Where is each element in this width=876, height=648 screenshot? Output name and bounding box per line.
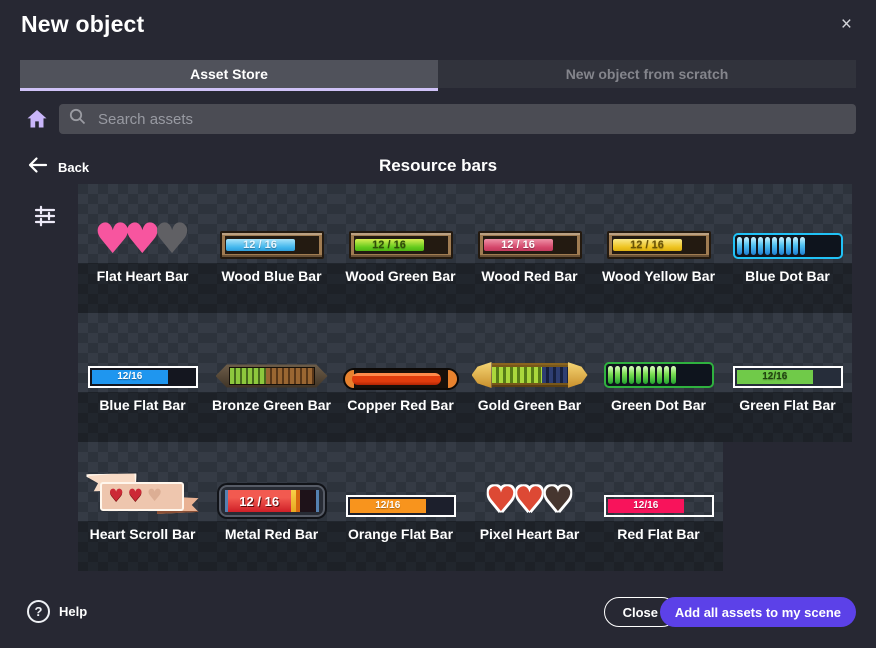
asset-name: Wood Red Bar xyxy=(465,263,594,313)
tab-asset-store[interactable]: Asset Store xyxy=(20,60,438,88)
help-button[interactable]: ? Help xyxy=(27,600,87,623)
asset-tile[interactable]: Bronze Green Bar xyxy=(207,313,336,442)
wood-bar-preview: 12 / 16 xyxy=(349,231,453,259)
bar-value: 12/16 xyxy=(762,372,787,382)
home-button[interactable] xyxy=(26,108,48,130)
close-icon[interactable]: × xyxy=(841,15,852,34)
asset-tile[interactable]: 12/16 Orange Flat Bar xyxy=(336,442,465,571)
filter-sliders-icon xyxy=(33,215,57,232)
pixel-heart-icon: ♥ xyxy=(514,483,544,517)
asset-tile[interactable]: 12/16 Green Flat Bar xyxy=(723,313,852,442)
asset-name: Green Flat Bar xyxy=(723,392,852,442)
asset-tile[interactable]: 12 / 16 Wood Green Bar xyxy=(336,184,465,313)
bronze-bar-preview xyxy=(216,364,328,388)
asset-tile[interactable]: 12/16 Blue Flat Bar xyxy=(78,313,207,442)
flat-bar-preview: 12/16 xyxy=(604,495,714,517)
asset-name: Gold Green Bar xyxy=(465,392,594,442)
asset-tile[interactable]: Gold Green Bar xyxy=(465,313,594,442)
bar-value: 12 / 16 xyxy=(630,240,664,251)
help-icon: ? xyxy=(27,600,50,623)
dot-bar-preview xyxy=(733,233,843,259)
scroll-banner-preview: ♥♥♥ xyxy=(87,469,199,517)
wood-bar-preview: 12 / 16 xyxy=(607,231,711,259)
asset-tile[interactable]: ♥♥♥Heart Scroll Bar xyxy=(78,442,207,571)
search-input[interactable] xyxy=(96,110,846,129)
bar-value: 12/16 xyxy=(375,501,400,511)
asset-tile[interactable]: Green Dot Bar xyxy=(594,313,723,442)
asset-name: Blue Flat Bar xyxy=(78,392,207,442)
flat-bar-preview: 12/16 xyxy=(346,495,456,517)
flat-bar-preview: 12/16 xyxy=(733,366,843,388)
bar-value: 12 / 16 xyxy=(372,240,406,251)
pixel-heart-icon: ♥ xyxy=(543,483,573,517)
gold-bar-preview xyxy=(472,362,588,388)
pixel-heart-icon: ♥ xyxy=(486,483,516,517)
help-label: Help xyxy=(59,604,87,619)
section-title: Resource bars xyxy=(0,156,876,176)
bar-value: 12/16 xyxy=(633,501,658,511)
asset-name: Flat Heart Bar xyxy=(78,263,207,313)
asset-tile[interactable]: 12 / 16 Wood Red Bar xyxy=(465,184,594,313)
home-icon xyxy=(26,117,48,134)
asset-name: Red Flat Bar xyxy=(594,521,723,571)
bar-value: 12 / 16 xyxy=(501,240,535,251)
flat-bar-preview: 12/16 xyxy=(88,366,198,388)
asset-name: Wood Blue Bar xyxy=(207,263,336,313)
search-icon xyxy=(69,108,96,130)
heart-icons: ♥♥♥ xyxy=(98,219,187,259)
active-tab-underline xyxy=(20,88,438,91)
asset-tile[interactable]: ♥♥♥Flat Heart Bar xyxy=(78,184,207,313)
asset-grid: ♥♥♥Flat Heart Bar12 / 16Wood Blue Bar12 … xyxy=(78,184,852,571)
dot-bar-preview xyxy=(604,362,714,388)
asset-name: Wood Yellow Bar xyxy=(594,263,723,313)
asset-name: Metal Red Bar xyxy=(207,521,336,571)
search-bar xyxy=(59,104,856,134)
asset-tile[interactable]: ♥♥♥Pixel Heart Bar xyxy=(465,442,594,571)
bar-value: 12/16 xyxy=(117,372,142,382)
copper-bar-preview xyxy=(345,370,457,388)
wood-bar-preview: 12 / 16 xyxy=(220,231,324,259)
asset-name: Blue Dot Bar xyxy=(723,263,852,313)
asset-name: Orange Flat Bar xyxy=(336,521,465,571)
page-title: New object xyxy=(21,11,144,38)
tab-bar: Asset Store New object from scratch xyxy=(20,60,856,88)
asset-name: Pixel Heart Bar xyxy=(465,521,594,571)
tab-new-object-from-scratch[interactable]: New object from scratch xyxy=(438,60,856,88)
pixel-heart-icons: ♥♥♥ xyxy=(487,483,572,517)
asset-tile[interactable]: 12 / 16 Wood Blue Bar xyxy=(207,184,336,313)
asset-name: Wood Green Bar xyxy=(336,263,465,313)
heart-icon: ♥ xyxy=(153,219,191,259)
bar-value: 12 / 16 xyxy=(243,240,277,251)
add-all-assets-button[interactable]: Add all assets to my scene xyxy=(660,597,856,627)
asset-tile[interactable]: 12 / 16 Metal Red Bar xyxy=(207,442,336,571)
new-object-dialog: New object × Asset Store New object from… xyxy=(0,0,876,648)
asset-name: Heart Scroll Bar xyxy=(78,521,207,571)
asset-tile[interactable]: 12/16 Red Flat Bar xyxy=(594,442,723,571)
wood-bar-preview: 12 / 16 xyxy=(478,231,582,259)
asset-name: Bronze Green Bar xyxy=(207,392,336,442)
bar-value: 12 / 16 xyxy=(239,495,279,508)
asset-tile[interactable]: Blue Dot Bar xyxy=(723,184,852,313)
asset-tile[interactable]: Copper Red Bar xyxy=(336,313,465,442)
asset-tile[interactable]: 12 / 16 Wood Yellow Bar xyxy=(594,184,723,313)
asset-name: Green Dot Bar xyxy=(594,392,723,442)
filter-button[interactable] xyxy=(33,204,57,228)
asset-name: Copper Red Bar xyxy=(336,392,465,442)
metal-bar-preview: 12 / 16 xyxy=(219,485,325,517)
